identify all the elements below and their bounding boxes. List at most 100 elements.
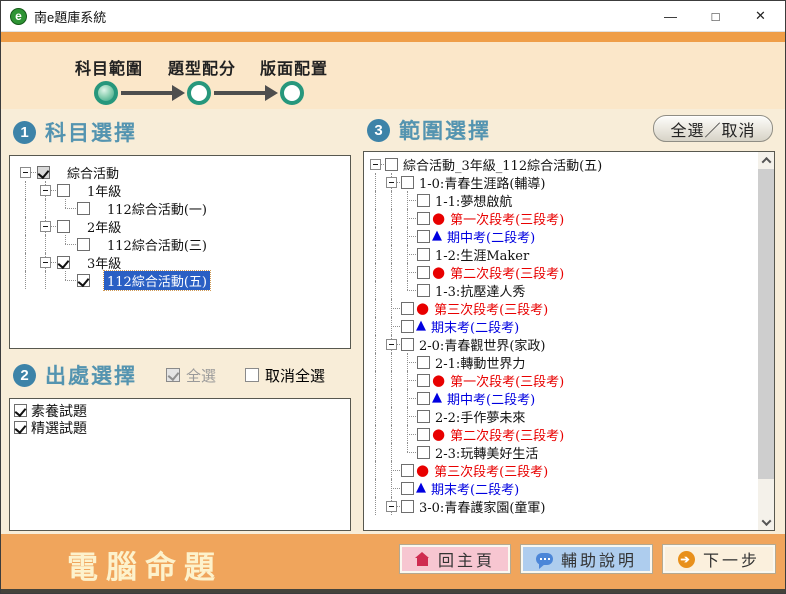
tree-item[interactable]: ▲期末考(二段考): [368, 479, 757, 497]
tree-item-checkbox[interactable]: [401, 500, 414, 513]
scroll-down-arrow[interactable]: [758, 514, 774, 530]
tree-item[interactable]: 1-0:青春生涯路(輔導): [368, 173, 757, 191]
tree-item-label[interactable]: 1年級: [84, 181, 124, 200]
select-all-checkbox[interactable]: [166, 368, 180, 382]
tree-item-checkbox[interactable]: [417, 410, 430, 423]
tree-item-label[interactable]: 期末考(二段考): [428, 479, 522, 498]
tree-item-checkbox[interactable]: [417, 428, 430, 441]
source-list-item[interactable]: 精選試題: [13, 419, 350, 436]
expand-collapse-toggle-icon[interactable]: [386, 177, 397, 188]
tree-item[interactable]: 1年級: [16, 181, 350, 199]
tree-item-checkbox[interactable]: [417, 356, 430, 369]
tree-item[interactable]: 2-2:手作夢未來: [368, 407, 757, 425]
tree-item-checkbox[interactable]: [385, 158, 398, 171]
tree-item-label[interactable]: 2-0:青春觀世界(家政): [416, 335, 548, 354]
tree-item-checkbox[interactable]: [57, 184, 70, 197]
tree-item-checkbox[interactable]: [57, 220, 70, 233]
tree-item[interactable]: ▲期末考(二段考): [368, 317, 757, 335]
tree-item-checkbox[interactable]: [401, 464, 414, 477]
maximize-button[interactable]: □: [693, 2, 738, 31]
tree-item-checkbox[interactable]: [77, 202, 90, 215]
deselect-all-label[interactable]: 取消全選: [265, 365, 325, 386]
tree-item[interactable]: ▲期中考(二段考): [368, 227, 757, 245]
tree-item[interactable]: 2-0:青春觀世界(家政): [368, 335, 757, 353]
tree-item[interactable]: ●第三次段考(三段考): [368, 461, 757, 479]
tree-item-checkbox[interactable]: [417, 194, 430, 207]
tree-item-label[interactable]: 112綜合活動(三): [104, 235, 210, 254]
tree-item-label[interactable]: 3-0:青春護家園(童軍): [416, 497, 548, 516]
expand-collapse-toggle-icon[interactable]: [386, 501, 397, 512]
tree-item[interactable]: 112綜合活動(一): [16, 199, 350, 217]
tree-item[interactable]: 綜合活動_3年級_112綜合活動(五): [368, 155, 757, 173]
tree-item-label[interactable]: 1-3:抗壓達人秀: [432, 281, 528, 300]
tree-item[interactable]: ●第一次段考(三段考): [368, 209, 757, 227]
back-home-button[interactable]: 回主頁: [400, 545, 510, 573]
deselect-all-checkbox[interactable]: [245, 368, 259, 382]
tree-item-checkbox[interactable]: [417, 446, 430, 459]
select-all-label[interactable]: 全選: [186, 365, 216, 386]
tree-item-label[interactable]: 2-2:手作夢未來: [432, 407, 528, 426]
tree-item-checkbox[interactable]: [417, 374, 430, 387]
source-item-checkbox[interactable]: [14, 404, 27, 417]
tree-item[interactable]: 3-0:青春護家園(童軍): [368, 497, 757, 515]
tree-item-label[interactable]: 期末考(二段考): [428, 317, 522, 336]
tree-item-label[interactable]: 綜合活動: [64, 163, 122, 182]
tree-item-label[interactable]: 第三次段考(三段考): [431, 461, 551, 480]
tree-item-label[interactable]: 1-2:生涯Maker: [432, 245, 532, 264]
tree-item[interactable]: ●第一次段考(三段考): [368, 371, 757, 389]
vertical-scrollbar[interactable]: [758, 152, 774, 530]
tree-item-label[interactable]: 2-3:玩轉美好生活: [432, 443, 541, 462]
tree-item[interactable]: 3年級: [16, 253, 350, 271]
tree-item-label[interactable]: 期中考(二段考): [444, 227, 538, 246]
expand-collapse-toggle-icon[interactable]: [40, 257, 51, 268]
tree-item-checkbox[interactable]: [417, 248, 430, 261]
tree-item-checkbox[interactable]: [417, 392, 430, 405]
next-step-button[interactable]: ➔下一步: [663, 545, 775, 573]
tree-item-label[interactable]: 第二次段考(三段考): [447, 425, 567, 444]
source-item-label[interactable]: 精選試題: [31, 418, 87, 438]
tree-item-checkbox[interactable]: [417, 212, 430, 225]
tree-item-label[interactable]: 第一次段考(三段考): [447, 371, 567, 390]
tree-item-label[interactable]: 第一次段考(三段考): [447, 209, 567, 228]
tree-item-checkbox[interactable]: [37, 166, 50, 179]
tree-item-checkbox[interactable]: [77, 274, 90, 287]
tree-item[interactable]: 1-1:夢想啟航: [368, 191, 757, 209]
source-list-item[interactable]: 素養試題: [13, 402, 350, 419]
scroll-up-arrow[interactable]: [758, 152, 774, 168]
help-button[interactable]: 輔助說明: [521, 545, 652, 573]
expand-collapse-toggle-icon[interactable]: [370, 159, 381, 170]
expand-collapse-toggle-icon[interactable]: [40, 185, 51, 196]
tree-item[interactable]: 1-3:抗壓達人秀: [368, 281, 757, 299]
tree-item-label[interactable]: 112綜合活動(一): [104, 199, 210, 218]
tree-item-checkbox[interactable]: [417, 230, 430, 243]
tree-item-label[interactable]: 2年級: [84, 217, 124, 236]
tree-item[interactable]: 1-2:生涯Maker: [368, 245, 757, 263]
scroll-thumb[interactable]: [758, 169, 774, 479]
expand-collapse-toggle-icon[interactable]: [20, 167, 31, 178]
tree-item-checkbox[interactable]: [417, 284, 430, 297]
tree-item-checkbox[interactable]: [401, 302, 414, 315]
tree-item-label[interactable]: 1-1:夢想啟航: [432, 191, 515, 210]
tree-item-checkbox[interactable]: [401, 320, 414, 333]
tree-item[interactable]: 2年級: [16, 217, 350, 235]
expand-collapse-toggle-icon[interactable]: [386, 339, 397, 350]
tree-item-checkbox[interactable]: [401, 176, 414, 189]
tree-item-label[interactable]: 期中考(二段考): [444, 389, 538, 408]
tree-item-label[interactable]: 1-0:青春生涯路(輔導): [416, 173, 548, 192]
tree-item[interactable]: ●第二次段考(三段考): [368, 425, 757, 443]
tree-item-label[interactable]: 3年級: [84, 253, 124, 272]
tree-item[interactable]: 2-1:轉動世界力: [368, 353, 757, 371]
tree-item-checkbox[interactable]: [77, 238, 90, 251]
tree-item[interactable]: 綜合活動: [16, 163, 350, 181]
tree-item[interactable]: 2-3:玩轉美好生活: [368, 443, 757, 461]
tree-item[interactable]: 112綜合活動(三): [16, 235, 350, 253]
tree-item-checkbox[interactable]: [417, 266, 430, 279]
tree-item[interactable]: ▲期中考(二段考): [368, 389, 757, 407]
source-item-checkbox[interactable]: [14, 421, 27, 434]
tree-item-label[interactable]: 第二次段考(三段考): [447, 263, 567, 282]
tree-item-checkbox[interactable]: [401, 482, 414, 495]
tree-item-label[interactable]: 2-1:轉動世界力: [432, 353, 528, 372]
tree-item[interactable]: ●第二次段考(三段考): [368, 263, 757, 281]
expand-collapse-toggle-icon[interactable]: [40, 221, 51, 232]
tree-item-label[interactable]: 112綜合活動(五): [104, 271, 210, 290]
